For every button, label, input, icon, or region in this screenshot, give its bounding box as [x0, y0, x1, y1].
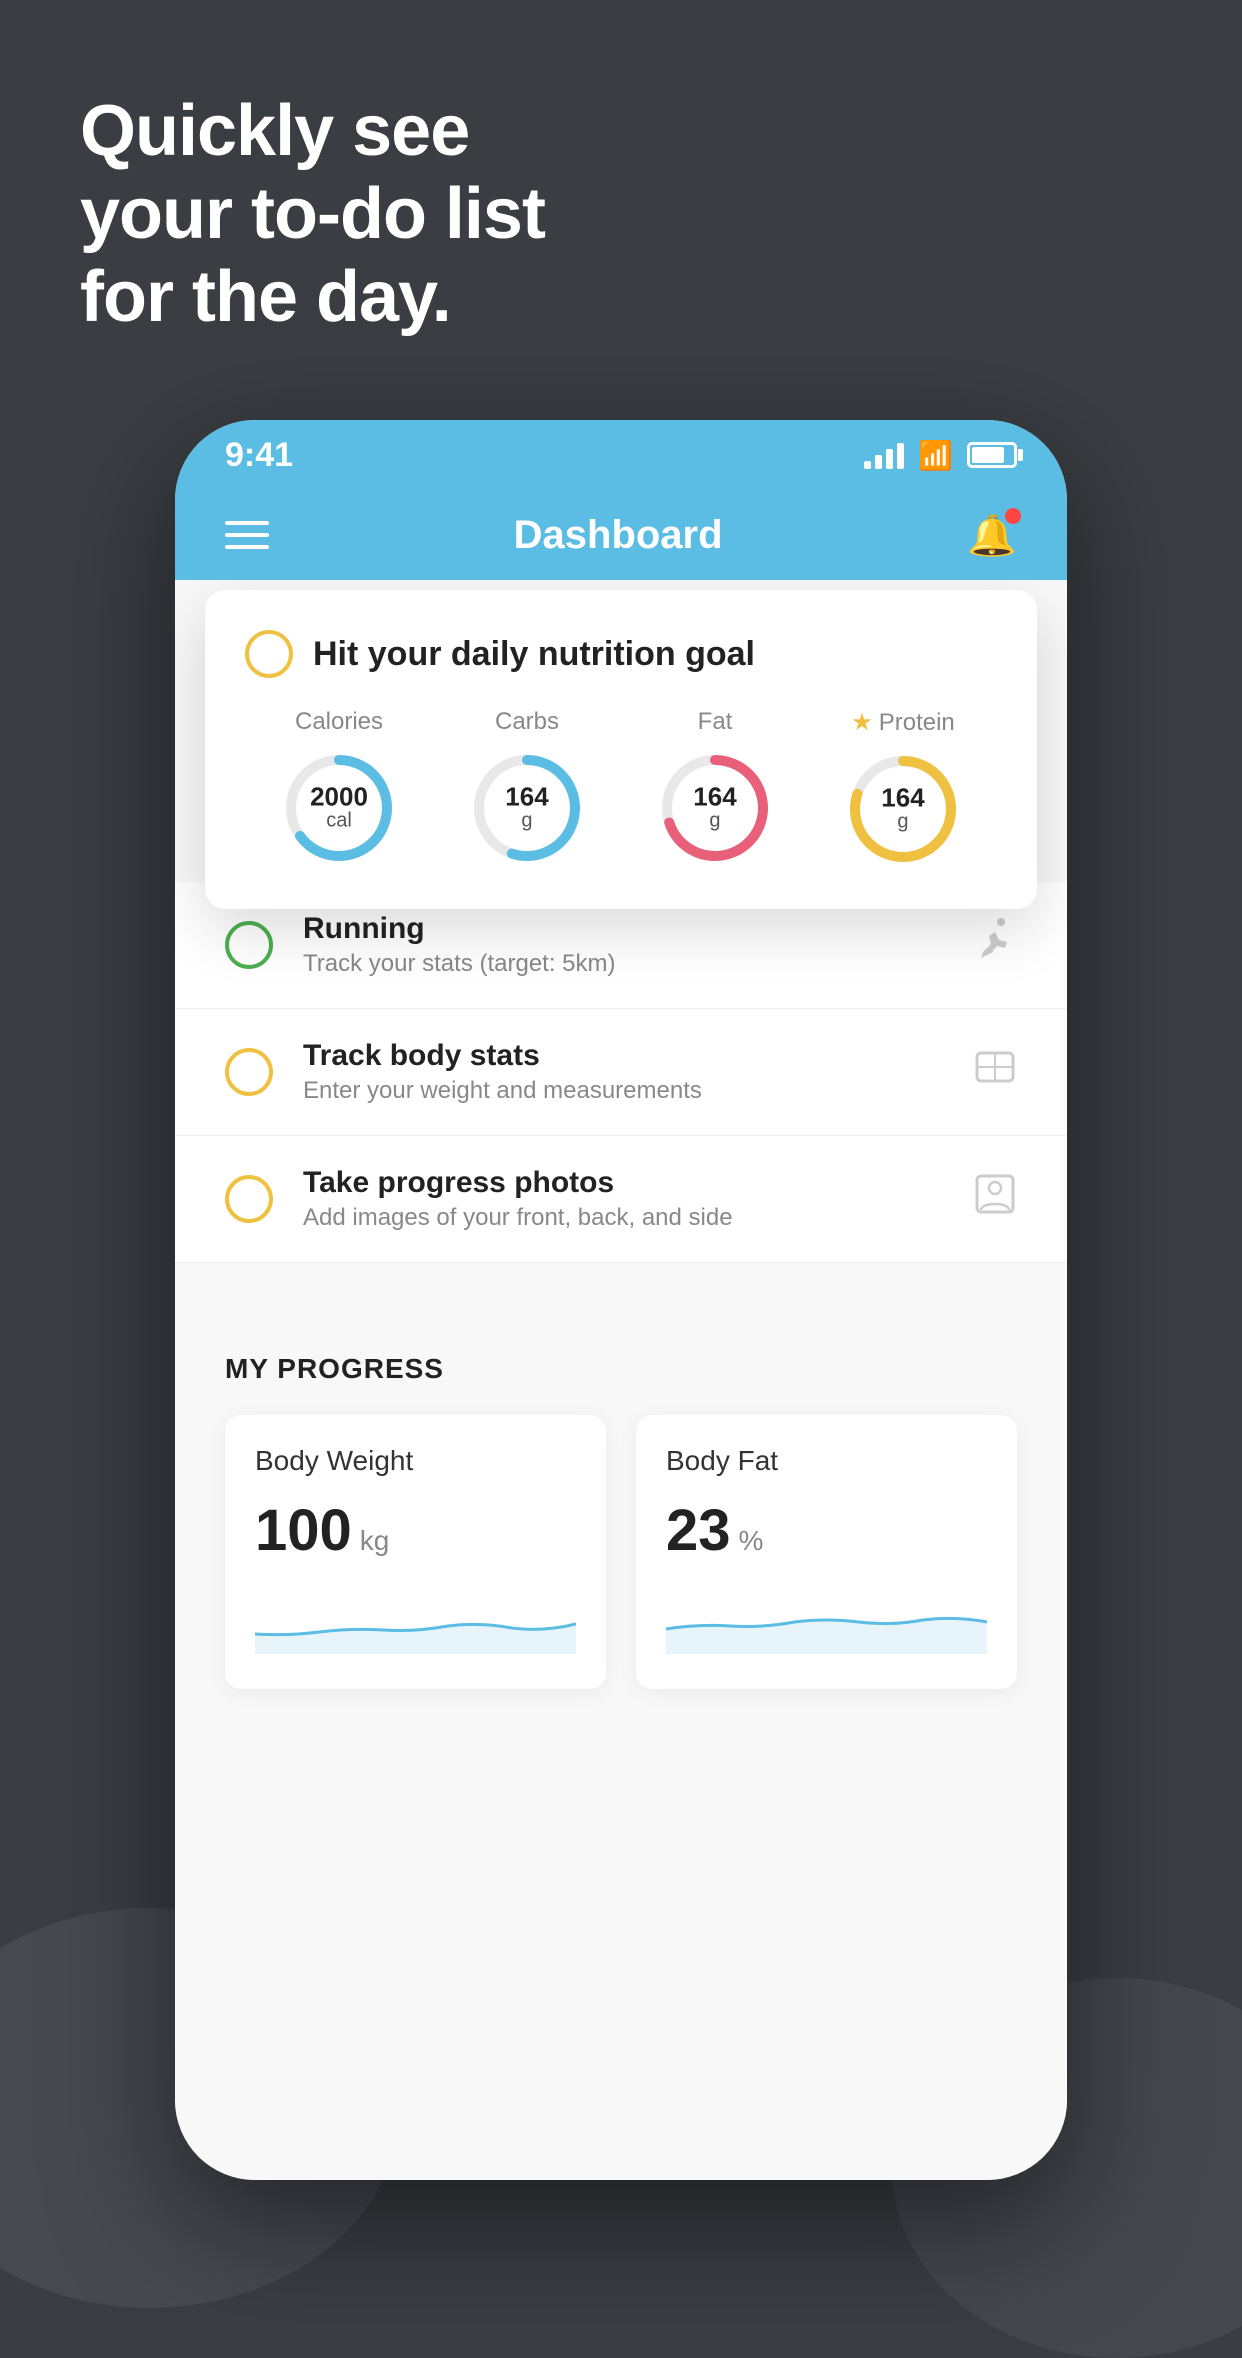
nutrition-item-protein: ★ Protein 164 g — [843, 708, 963, 869]
running-subtitle: Track your stats (target: 5km) — [303, 950, 943, 978]
main-content: THINGS TO DO TODAY Hit your daily nutrit… — [175, 580, 1067, 2180]
body-weight-unit: kg — [360, 1525, 390, 1557]
running-title: Running — [303, 912, 943, 946]
progress-cards: Body Weight 100 kg Body Fat 23 % — [225, 1415, 1017, 1689]
status-icons: 📶 — [864, 439, 1017, 472]
todo-item-progress-photos[interactable]: Take progress photos Add images of your … — [175, 1136, 1067, 1263]
running-content: Running Track your stats (target: 5km) — [303, 912, 943, 978]
nutrition-row: Calories 2000 cal Carbs — [245, 708, 997, 869]
calories-value: 2000 — [310, 784, 368, 810]
nutrition-item-fat: Fat 164 g — [655, 708, 775, 868]
fat-unit: g — [693, 810, 736, 833]
phone-frame: 9:41 📶 Dashboard 🔔 TH — [175, 420, 1067, 2180]
running-circle — [225, 921, 273, 969]
body-weight-label: Body Weight — [255, 1445, 576, 1477]
body-weight-value: 100 — [255, 1497, 352, 1564]
battery-icon — [967, 442, 1017, 468]
calories-label: Calories — [295, 708, 383, 736]
running-icon — [973, 918, 1017, 972]
nav-title: Dashboard — [514, 513, 723, 558]
nutrition-item-calories: Calories 2000 cal — [279, 708, 399, 868]
body-weight-card[interactable]: Body Weight 100 kg — [225, 1415, 606, 1689]
signal-bars-icon — [864, 441, 904, 469]
body-fat-card[interactable]: Body Fat 23 % — [636, 1415, 1017, 1689]
scale-icon — [973, 1045, 1017, 1099]
fat-donut: 164 g — [655, 748, 775, 868]
todo-list: Running Track your stats (target: 5km) T… — [175, 882, 1067, 1263]
carbs-label: Carbs — [495, 708, 559, 736]
protein-value: 164 — [881, 785, 924, 811]
body-fat-value-row: 23 % — [666, 1497, 987, 1564]
track-body-title: Track body stats — [303, 1039, 943, 1073]
protein-unit: g — [881, 811, 924, 834]
track-body-subtitle: Enter your weight and measurements — [303, 1077, 943, 1105]
body-weight-sparkline — [255, 1594, 576, 1654]
body-fat-unit: % — [739, 1525, 764, 1557]
notification-bell[interactable]: 🔔 — [967, 512, 1017, 559]
nutrition-card-title: Hit your daily nutrition goal — [313, 635, 755, 674]
carbs-donut: 164 g — [467, 748, 587, 868]
hamburger-menu[interactable] — [225, 521, 269, 549]
calories-unit: cal — [310, 810, 368, 833]
body-fat-sparkline — [666, 1594, 987, 1654]
progress-photos-circle — [225, 1175, 273, 1223]
progress-photos-subtitle: Add images of your front, back, and side — [303, 1204, 943, 1232]
todo-item-track-body[interactable]: Track body stats Enter your weight and m… — [175, 1009, 1067, 1136]
fat-value: 164 — [693, 784, 736, 810]
progress-title: MY PROGRESS — [225, 1353, 1017, 1385]
status-time: 9:41 — [225, 436, 293, 475]
carbs-unit: g — [505, 810, 548, 833]
carbs-value: 164 — [505, 784, 548, 810]
body-fat-label: Body Fat — [666, 1445, 987, 1477]
protein-donut: 164 g — [843, 749, 963, 869]
nutrition-item-carbs: Carbs 164 g — [467, 708, 587, 868]
nutrition-circle-indicator — [245, 630, 293, 678]
wifi-icon: 📶 — [918, 439, 953, 472]
nutrition-card: Hit your daily nutrition goal Calories 2… — [205, 590, 1037, 909]
calories-donut: 2000 cal — [279, 748, 399, 868]
nav-bar: Dashboard 🔔 — [175, 490, 1067, 580]
card-title-row: Hit your daily nutrition goal — [245, 630, 997, 678]
protein-label: ★ Protein — [851, 708, 955, 737]
track-body-content: Track body stats Enter your weight and m… — [303, 1039, 943, 1105]
bell-notification-dot — [1005, 508, 1021, 524]
body-weight-value-row: 100 kg — [255, 1497, 576, 1564]
track-body-circle — [225, 1048, 273, 1096]
progress-section: MY PROGRESS Body Weight 100 kg B — [175, 1303, 1067, 1689]
status-bar: 9:41 📶 — [175, 420, 1067, 490]
hero-text: Quickly see your to-do list for the day. — [80, 90, 545, 338]
body-fat-value: 23 — [666, 1497, 731, 1564]
progress-photos-content: Take progress photos Add images of your … — [303, 1166, 943, 1232]
star-icon: ★ — [851, 708, 873, 737]
person-icon — [973, 1172, 1017, 1226]
fat-label: Fat — [698, 708, 733, 736]
progress-photos-title: Take progress photos — [303, 1166, 943, 1200]
